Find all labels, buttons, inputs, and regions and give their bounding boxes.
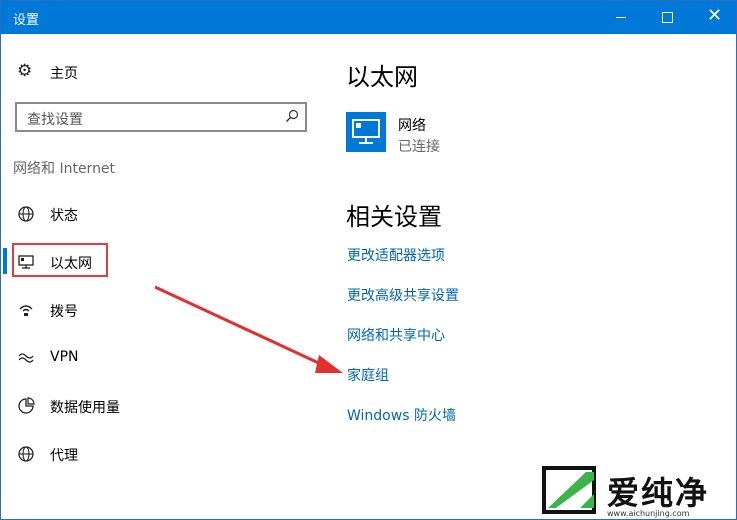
settings-window: 设置 ✕ ⚙ 主页 查找设置 网络和 Internet 状态 以太网 拨号 VP… [0, 0, 737, 520]
logo-mark-icon [542, 466, 596, 514]
watermark-brand: 爱纯净 [607, 474, 710, 512]
watermark-logo: 爱纯净 www.aichunjing.com [540, 464, 736, 519]
watermark-url: www.aichunjing.com [607, 509, 690, 518]
annotation-arrow [154, 285, 343, 373]
